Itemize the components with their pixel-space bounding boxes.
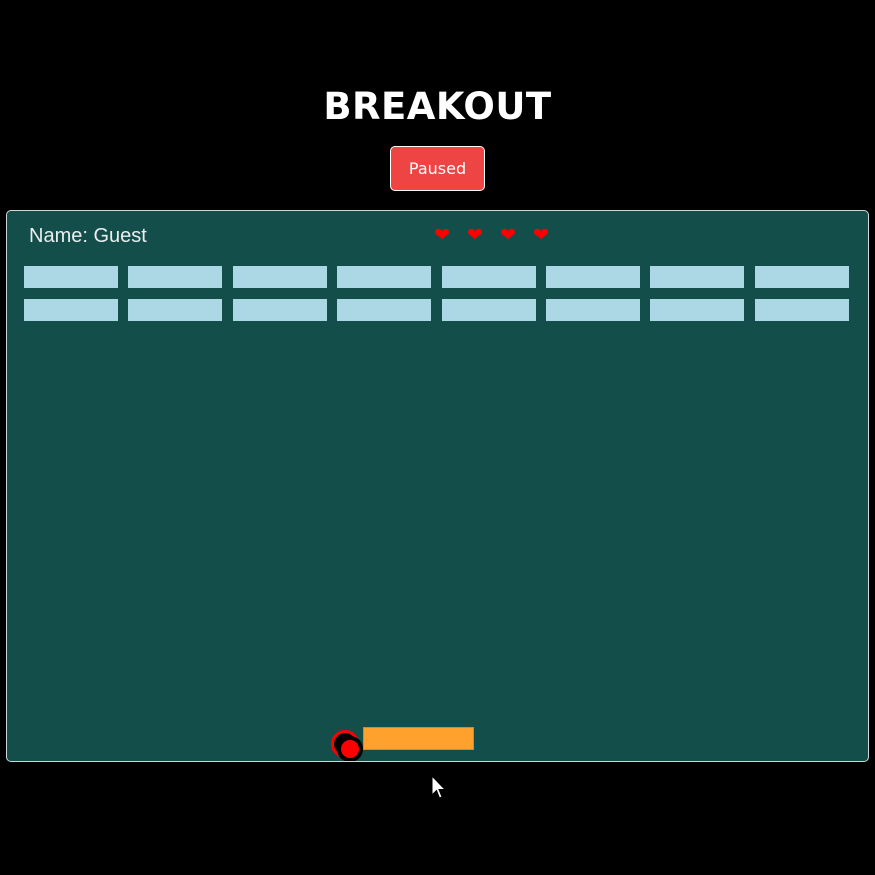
brick <box>232 266 327 288</box>
heart-icon: ❤ <box>500 224 516 246</box>
brick <box>232 299 327 321</box>
brick <box>650 266 745 288</box>
brick <box>441 299 536 321</box>
brick <box>754 266 849 288</box>
brick <box>24 299 118 321</box>
brick <box>650 299 745 321</box>
brick <box>337 266 432 288</box>
brick <box>754 299 849 321</box>
brick <box>24 266 118 288</box>
brick <box>337 299 432 321</box>
pause-button[interactable]: Paused <box>390 146 485 191</box>
ball <box>337 736 363 761</box>
brick <box>128 299 223 321</box>
game-board[interactable]: Name: Guest ❤ ❤ ❤ ❤ <box>6 210 869 762</box>
brick <box>128 266 223 288</box>
player-name-label: Name: Guest <box>29 225 147 247</box>
brick <box>546 266 640 288</box>
brick <box>546 299 640 321</box>
paddle[interactable] <box>363 727 474 750</box>
heart-icon: ❤ <box>533 224 549 246</box>
game-title: BREAKOUT <box>323 85 552 128</box>
heart-icon: ❤ <box>434 224 450 246</box>
brick <box>441 266 536 288</box>
mouse-cursor-icon <box>431 775 447 799</box>
heart-icon: ❤ <box>467 224 483 246</box>
